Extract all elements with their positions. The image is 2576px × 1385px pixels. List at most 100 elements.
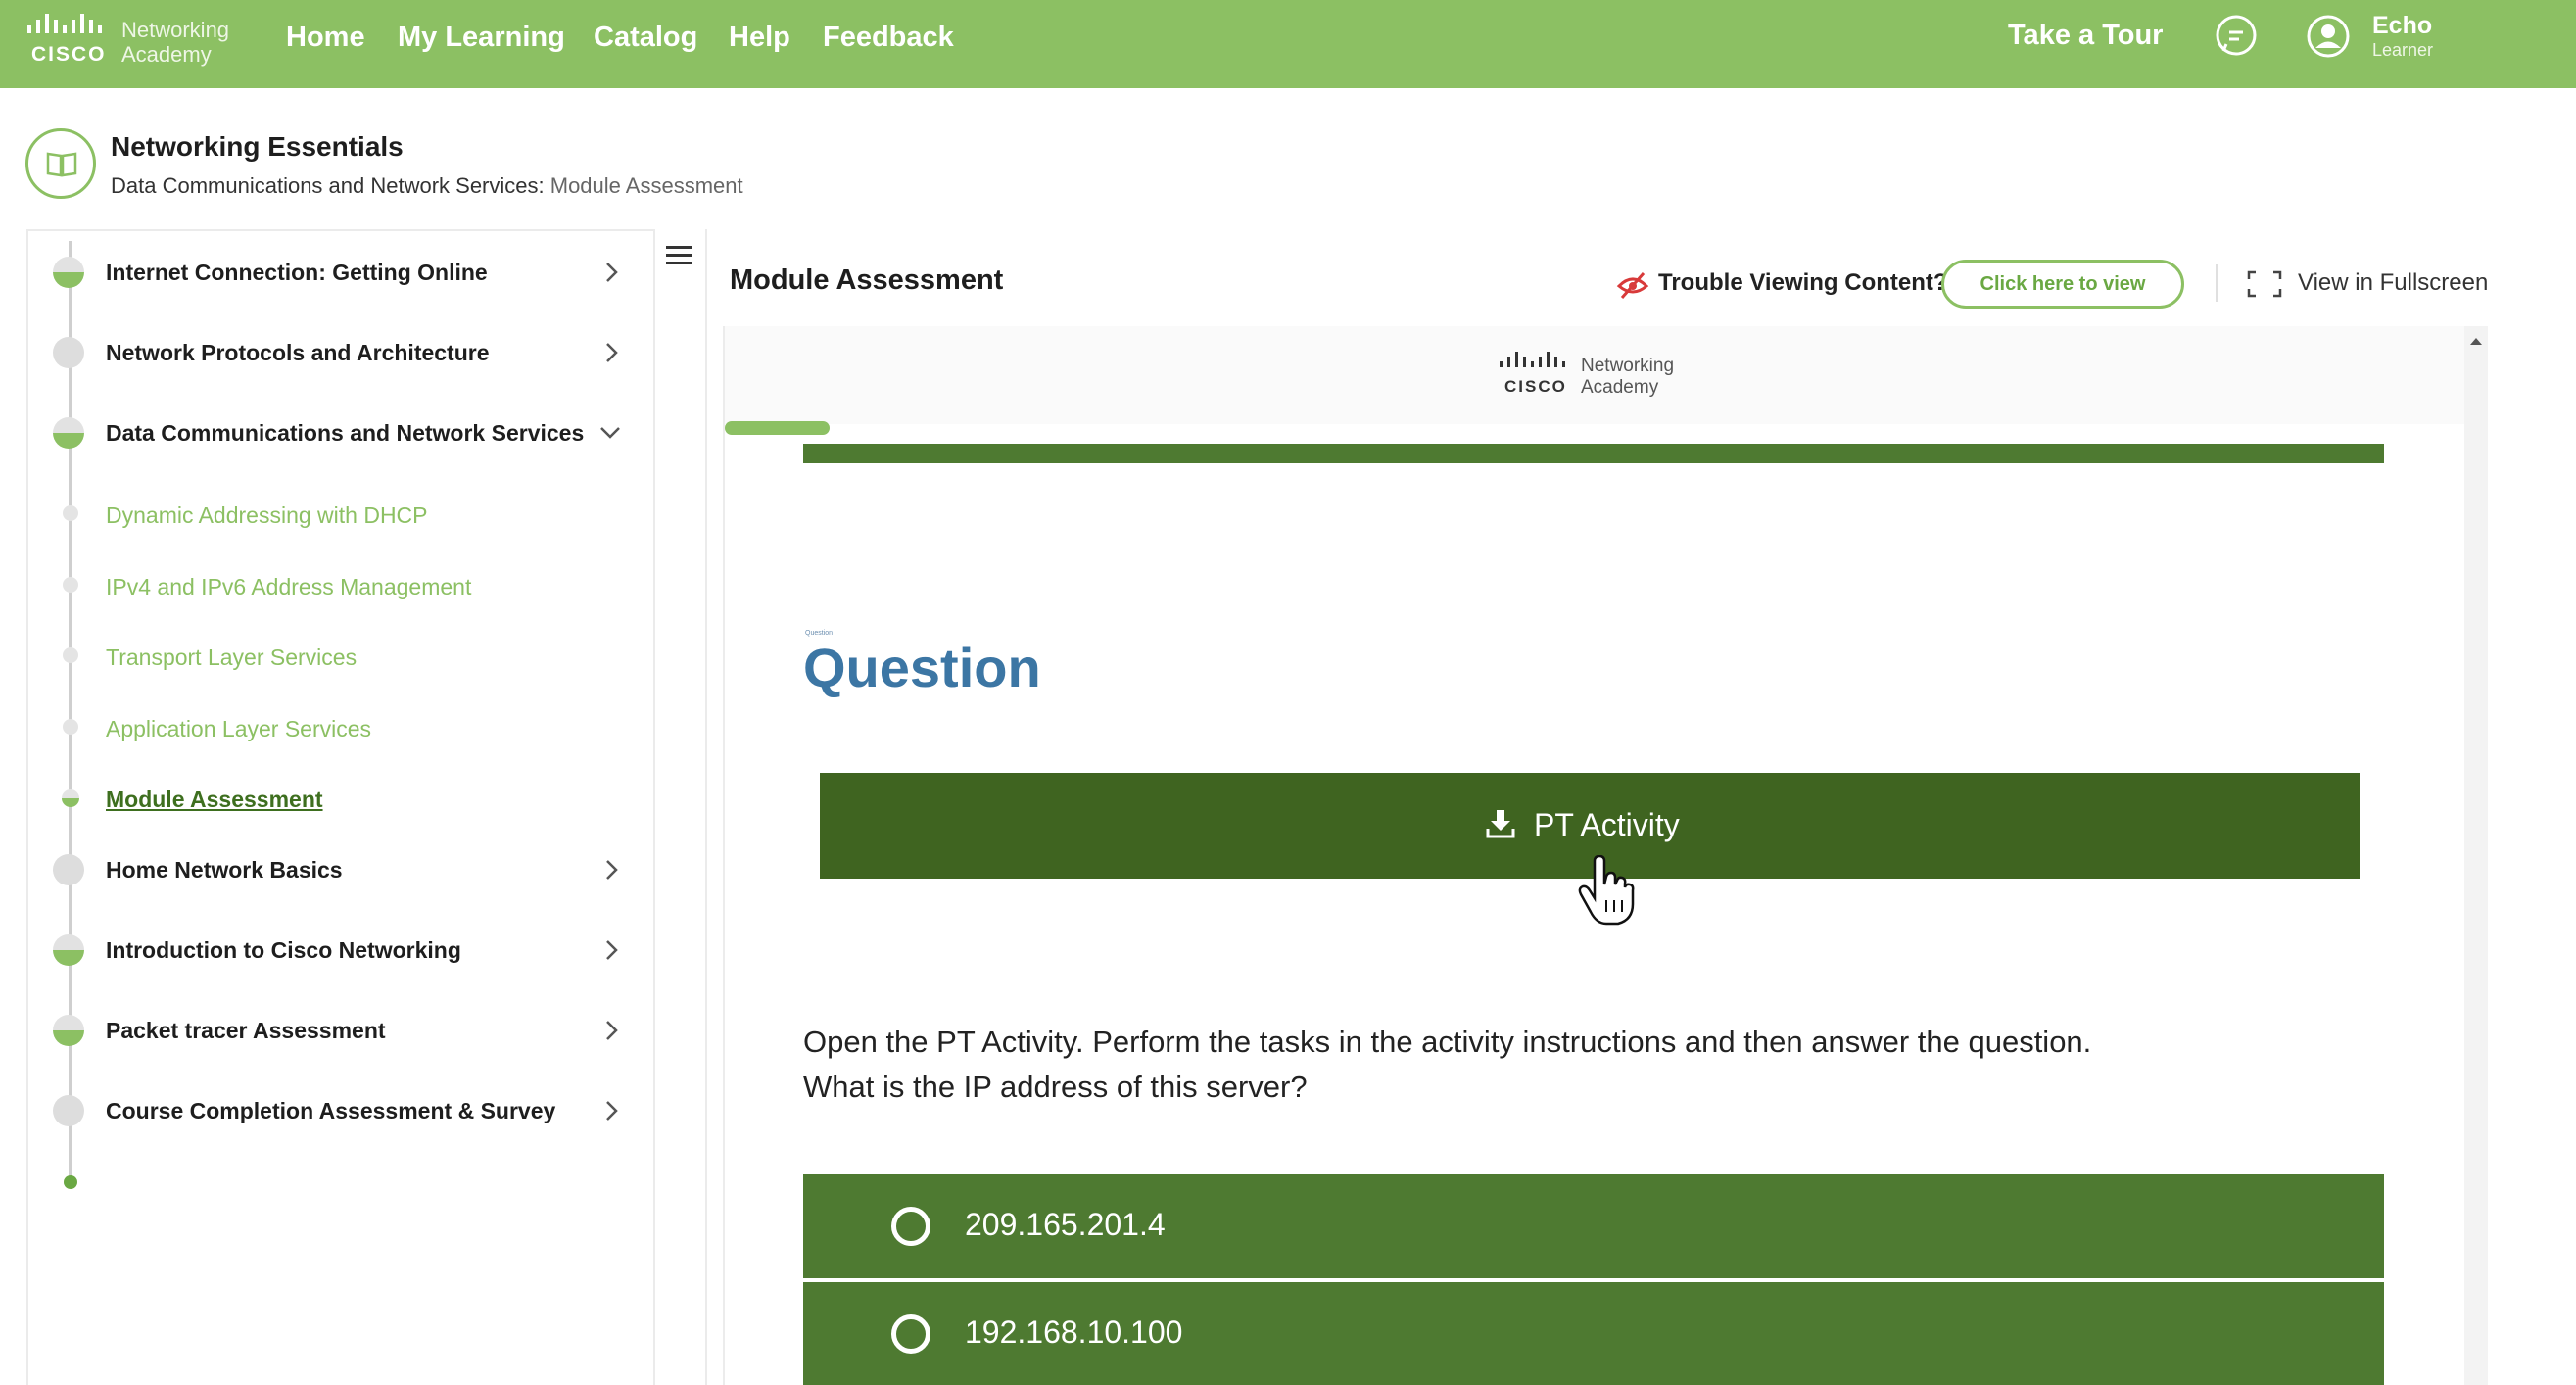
nav-help[interactable]: Help — [729, 22, 790, 54]
sidebar-item-data-communications[interactable]: Data Communications and Network Services — [28, 402, 655, 460]
course-outline-sidebar: Internet Connection: Getting Online Netw… — [26, 229, 655, 1385]
sidebar-item-label: Data Communications and Network Services — [106, 420, 585, 446]
frame-logo-sub: Academy — [1581, 377, 1659, 398]
question-header-rule — [803, 444, 2384, 463]
chevron-right-icon — [606, 860, 618, 880]
sidebar-item-label: Introduction to Cisco Networking — [106, 937, 461, 963]
answer-option-label: 209.165.201.4 — [965, 1207, 1166, 1242]
trouble-viewing-text: Trouble Viewing Content? — [1658, 269, 1948, 296]
frame-scrollbar[interactable] — [2464, 326, 2488, 1385]
assessment-progress-bar — [725, 421, 2464, 435]
question-line-2: What is the IP address of this server? — [803, 1070, 1308, 1104]
hamburger-menu-icon[interactable] — [665, 243, 692, 268]
nav-catalog[interactable]: Catalog — [594, 22, 697, 54]
frame-logo-name: Networking — [1581, 356, 1675, 376]
sidebar-item-packet-tracer-assessment[interactable]: Packet tracer Assessment — [28, 999, 655, 1058]
progress-dot — [53, 934, 84, 966]
header-separator — [2216, 264, 2218, 302]
cisco-bars-icon — [1500, 352, 1565, 367]
progress-dot — [63, 577, 78, 593]
answer-option-2[interactable]: 192.168.10.100 — [803, 1282, 2384, 1385]
nav-feedback[interactable]: Feedback — [823, 22, 954, 54]
sidebar-item-label: Internet Connection: Getting Online — [106, 260, 488, 285]
cisco-bars-icon — [27, 14, 102, 33]
assessment-progress-fill — [725, 421, 830, 435]
progress-dot — [53, 257, 84, 288]
take-a-tour-link[interactable]: Take a Tour — [2008, 20, 2163, 52]
sidebar-item-label: Network Protocols and Architecture — [106, 340, 490, 365]
sidebar-subitem-module-assessment[interactable]: Module Assessment — [28, 774, 655, 823]
module-title: Module Assessment — [730, 264, 1004, 296]
progress-dot — [53, 1015, 84, 1046]
sidebar-subitem-transport-layer[interactable]: Transport Layer Services — [28, 632, 655, 681]
frame-logo-cisco: CISCO — [1504, 377, 1567, 396]
chat-icon[interactable] — [2214, 14, 2259, 59]
course-title: Networking Essentials — [111, 131, 404, 162]
sidebar-item-network-protocols[interactable]: Network Protocols and Architecture — [28, 321, 655, 380]
sidebar-subitem-label: Application Layer Services — [106, 716, 372, 741]
cisco-networking-academy-logo: CISCO Networking Academy — [1499, 352, 1674, 398]
sidebar-item-label: Packet tracer Assessment — [106, 1018, 386, 1043]
user-role: Learner — [2372, 40, 2434, 60]
question-text: Open the PT Activity. Perform the tasks … — [803, 1020, 2370, 1110]
user-name[interactable]: Echo — [2372, 12, 2432, 40]
user-avatar-icon[interactable] — [2306, 14, 2351, 59]
sidebar-item-internet-connection[interactable]: Internet Connection: Getting Online — [28, 241, 655, 300]
download-icon — [1486, 810, 1515, 838]
chevron-right-icon — [606, 1101, 618, 1121]
progress-dot — [63, 647, 78, 663]
cisco-wordmark: CISCO — [31, 43, 107, 66]
chevron-right-icon — [606, 343, 618, 362]
brand-sub: Academy — [121, 42, 212, 67]
fullscreen-icon[interactable] — [2247, 270, 2282, 298]
question-line-1: Open the PT Activity. Perform the tasks … — [803, 1025, 2092, 1059]
nav-my-learning[interactable]: My Learning — [398, 22, 565, 54]
progress-dot — [53, 1095, 84, 1126]
sidebar-subitem-label: Dynamic Addressing with DHCP — [106, 502, 428, 528]
answer-option-label: 192.168.10.100 — [965, 1314, 1183, 1350]
progress-dot — [53, 337, 84, 368]
sidebar-subitem-label: Module Assessment — [106, 787, 323, 812]
assessment-frame: CISCO Networking Academy Question Questi… — [723, 326, 2488, 1385]
radio-button[interactable] — [891, 1207, 930, 1246]
brand-name: Networking — [121, 18, 230, 42]
view-in-fullscreen-link[interactable]: View in Fullscreen — [2298, 269, 2488, 297]
click-here-to-view-button[interactable]: Click here to view — [1941, 260, 2184, 309]
sidebar-divider — [705, 229, 707, 1385]
sidebar-subitem-label: IPv4 and IPv6 Address Management — [106, 574, 472, 599]
frame-header: CISCO Networking Academy — [725, 326, 2464, 424]
progress-dot — [53, 417, 84, 449]
chevron-right-icon — [606, 1021, 618, 1040]
cisco-networking-academy-logo[interactable]: CISCO Networking Academy — [25, 10, 251, 78]
chevron-right-icon — [606, 263, 618, 282]
breadcrumb-parent[interactable]: Data Communications and Network Services… — [111, 173, 545, 198]
scroll-up-arrow-icon[interactable] — [2469, 336, 2483, 346]
chevron-down-icon — [600, 427, 620, 439]
chevron-right-icon — [606, 940, 618, 960]
sidebar-item-label: Course Completion Assessment & Survey — [106, 1098, 556, 1123]
top-navbar: CISCO Networking Academy Home My Learnin… — [0, 0, 2576, 88]
progress-dot — [62, 789, 79, 807]
sidebar-subitem-dhcp[interactable]: Dynamic Addressing with DHCP — [28, 490, 655, 539]
nav-home[interactable]: Home — [286, 22, 365, 54]
book-icon — [25, 128, 96, 199]
progress-dot — [63, 719, 78, 735]
sidebar-item-label: Home Network Basics — [106, 857, 343, 883]
answer-option-1[interactable]: 209.165.201.4 — [803, 1174, 2384, 1278]
hand-pointer-cursor-icon — [1578, 855, 1635, 926]
question-heading: Question — [803, 637, 1041, 698]
breadcrumb-current: Module Assessment — [549, 173, 743, 198]
sidebar-item-home-network-basics[interactable]: Home Network Basics — [28, 838, 655, 897]
radio-button[interactable] — [891, 1314, 930, 1354]
progress-dot — [63, 505, 78, 521]
timeline-end-dot — [64, 1175, 77, 1189]
breadcrumb: Data Communications and Network Services… — [111, 173, 743, 199]
sidebar-subitem-application-layer[interactable]: Application Layer Services — [28, 703, 655, 752]
eye-slash-icon — [1616, 272, 1649, 299]
pt-activity-label: PT Activity — [1534, 807, 1680, 842]
sidebar-item-course-completion[interactable]: Course Completion Assessment & Survey — [28, 1079, 655, 1138]
sidebar-item-intro-cisco-networking[interactable]: Introduction to Cisco Networking — [28, 919, 655, 978]
progress-dot — [53, 854, 84, 885]
sidebar-subitem-address-management[interactable]: IPv4 and IPv6 Address Management — [28, 561, 655, 610]
sidebar-subitem-label: Transport Layer Services — [106, 645, 358, 670]
